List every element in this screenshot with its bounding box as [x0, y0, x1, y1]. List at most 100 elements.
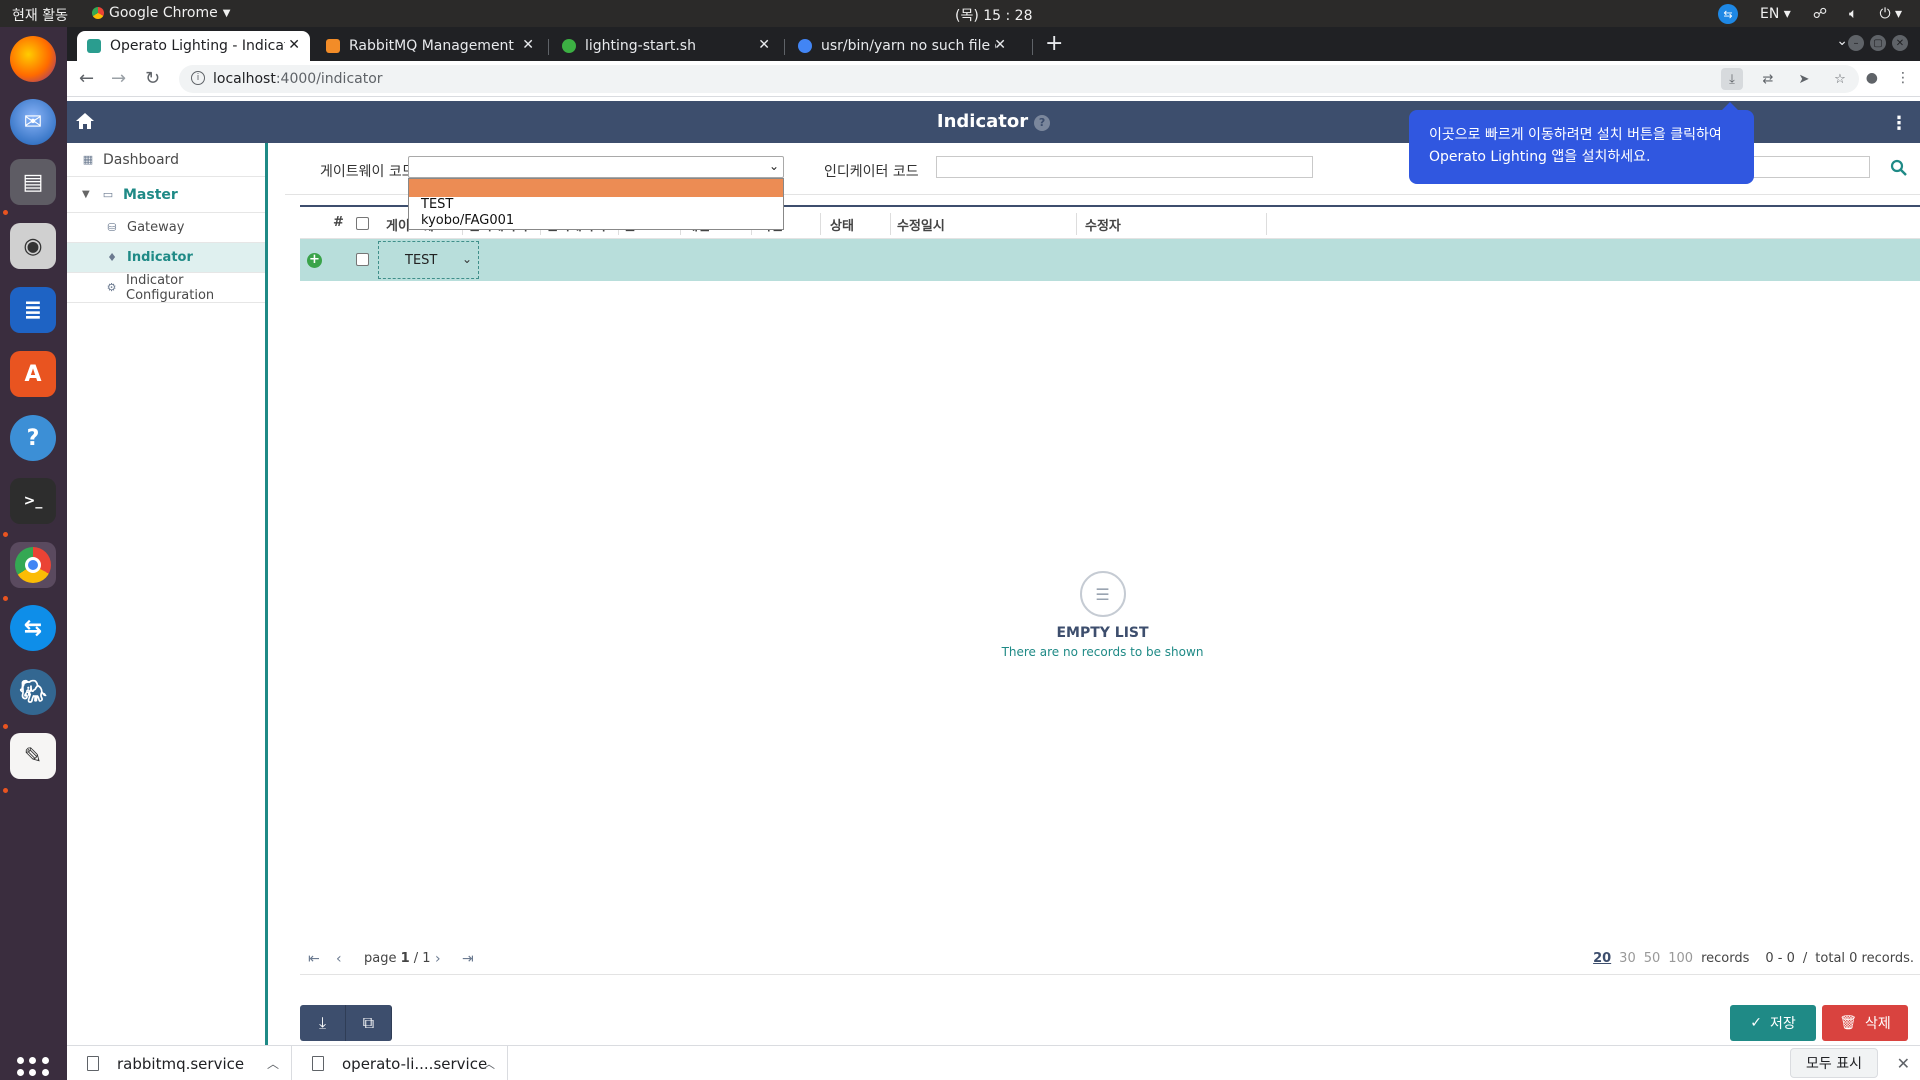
column-header-status[interactable]: 상태: [830, 215, 854, 234]
tab-search-icon[interactable]: ⌄: [1836, 33, 1848, 49]
sidebar-item-indicator[interactable]: ♦ Indicator: [67, 243, 265, 273]
back-icon[interactable]: ←: [79, 68, 94, 89]
profile-icon[interactable]: ●: [1866, 70, 1878, 86]
next-page-icon[interactable]: ›: [435, 951, 441, 967]
dock: ✉ ▤ ◉ ≣ A ? >_ ⇆ 🐘︎ ✎: [0, 27, 67, 1080]
tab-rabbitmq[interactable]: RabbitMQ Management ✕: [316, 31, 544, 61]
tab-lighting-start[interactable]: lighting-start.sh ✕: [552, 31, 780, 61]
software-icon[interactable]: A: [10, 351, 56, 397]
system-tray: ⇆ EN ▾ ☍ 🔈︎ ⏻ ▾: [1718, 4, 1902, 24]
gateway-code-select[interactable]: ⌄: [408, 156, 784, 178]
show-applications-icon[interactable]: [17, 1057, 49, 1080]
writer-icon[interactable]: ≣: [10, 287, 56, 333]
sidebar-item-label: Dashboard: [103, 151, 179, 168]
dropdown-option-kyobo[interactable]: kyobo/FAG001: [409, 213, 783, 229]
thunderbird-icon[interactable]: ✉: [10, 99, 56, 145]
chevron-up-icon[interactable]: ︿: [483, 1055, 495, 1072]
text-editor-icon[interactable]: ✎: [10, 733, 56, 779]
page-size-30[interactable]: 30: [1619, 951, 1636, 966]
caret-down-icon: ▼: [82, 189, 90, 200]
pagination: ⇤ ‹ page 1 / 1 › ⇥ 20 30 50 100 records …: [300, 943, 1920, 975]
prev-page-icon[interactable]: ‹: [336, 951, 342, 967]
more-menu-icon[interactable]: ⋮: [1890, 113, 1908, 134]
help-icon[interactable]: ?: [10, 415, 56, 461]
delete-button[interactable]: 🗑︎ 삭제: [1822, 1005, 1908, 1041]
sidebar-item-gateway[interactable]: ⛁ Gateway: [67, 213, 265, 243]
chrome-icon[interactable]: [10, 542, 56, 588]
download-item[interactable]: rabbitmq.service ︿: [67, 1046, 292, 1080]
install-app-tooltip: 이곳으로 빠르게 이동하려면 설치 버튼을 클릭하여 Operato Light…: [1409, 102, 1754, 184]
close-window-icon[interactable]: ✕: [1892, 35, 1908, 51]
network-icon[interactable]: ☍: [1813, 6, 1827, 22]
page-size-20[interactable]: 20: [1593, 951, 1611, 966]
help-icon[interactable]: ?: [1034, 115, 1051, 131]
trash-icon: 🗑︎: [1839, 1015, 1857, 1031]
teamviewer-icon[interactable]: ⇆: [10, 605, 56, 651]
download-item[interactable]: operato-li....service ︿: [292, 1046, 508, 1080]
tab-yarn-error[interactable]: usr/bin/yarn no such file o ✕: [788, 31, 1016, 61]
maximize-icon[interactable]: ▢: [1870, 35, 1886, 51]
chevron-up-icon[interactable]: ︿: [267, 1055, 279, 1072]
new-tab-icon[interactable]: +: [1045, 31, 1063, 56]
first-page-icon[interactable]: ⇤: [308, 951, 320, 967]
page-size-100[interactable]: 100: [1668, 951, 1693, 966]
sidebar-group-master[interactable]: ▼ ▭ Master: [67, 177, 265, 213]
sidebar-item-indicator-configuration[interactable]: ⚙ Indicator Configuration: [67, 273, 265, 303]
volume-icon[interactable]: 🔈︎: [1849, 6, 1857, 22]
close-tab-icon[interactable]: ✕: [994, 37, 1006, 53]
send-icon[interactable]: ➤: [1793, 68, 1815, 90]
clock[interactable]: (목) 15 : 28: [955, 5, 1033, 25]
tab-operato-lighting[interactable]: Operato Lighting - Indicat ✕: [77, 31, 310, 61]
power-icon[interactable]: ⏻ ▾: [1879, 6, 1902, 22]
close-tab-icon[interactable]: ✕: [522, 37, 534, 53]
activities-button[interactable]: 현재 활동: [12, 5, 68, 25]
tab-favicon: [562, 39, 576, 53]
address-bar[interactable]: i localhost:4000/indicator ⤓ ⇄ ➤ ☆: [179, 65, 1859, 93]
postgres-icon[interactable]: 🐘︎: [10, 669, 56, 715]
minimize-icon[interactable]: –: [1848, 35, 1864, 51]
column-header-updated-at[interactable]: 수정일시: [897, 215, 945, 234]
dropdown-option-empty[interactable]: [409, 179, 783, 197]
save-button[interactable]: ✓ 저장: [1730, 1005, 1816, 1041]
forward-icon[interactable]: →: [111, 68, 126, 89]
import-icon[interactable]: ⧉: [346, 1005, 392, 1041]
bookmark-star-icon[interactable]: ☆: [1829, 68, 1851, 90]
sidebar-item-dashboard[interactable]: ▦ Dashboard: [67, 143, 265, 177]
table-row[interactable]: + TEST ⌄: [300, 239, 1920, 281]
os-top-bar: 현재 활동 Google Chrome ▼ (목) 15 : 28 ⇆ EN ▾…: [0, 0, 1920, 27]
install-app-icon[interactable]: ⤓: [1721, 68, 1743, 90]
site-info-icon[interactable]: i: [191, 71, 205, 85]
indicator-code-input[interactable]: [936, 156, 1313, 178]
folder-icon: ▭: [102, 188, 114, 201]
download-filename: rabbitmq.service: [117, 1054, 245, 1073]
rhythmbox-icon[interactable]: ◉: [10, 223, 56, 269]
language-indicator[interactable]: EN ▾: [1760, 6, 1791, 22]
row-checkbox[interactable]: [356, 253, 369, 266]
empty-state: ☰ EMPTY LIST There are no records to be …: [285, 571, 1920, 659]
teamviewer-tray-icon[interactable]: ⇆: [1718, 4, 1739, 24]
records-slash: /: [1802, 951, 1808, 966]
select-all-checkbox[interactable]: [356, 217, 369, 230]
page-size-50[interactable]: 50: [1644, 951, 1661, 966]
column-divider: [890, 213, 891, 235]
caret-down-icon: ▼: [222, 7, 231, 19]
close-tab-icon[interactable]: ✕: [758, 37, 770, 53]
close-tab-icon[interactable]: ✕: [288, 37, 300, 53]
search-icon[interactable]: [1890, 159, 1908, 177]
page-indicator: page 1 / 1: [364, 951, 431, 966]
chrome-menu-icon[interactable]: ⋮: [1896, 70, 1910, 86]
files-icon[interactable]: ▤: [10, 159, 56, 205]
firefox-icon[interactable]: [10, 36, 56, 82]
add-row-icon[interactable]: +: [307, 253, 322, 268]
terminal-icon[interactable]: >_: [10, 478, 56, 524]
download-icon[interactable]: ⤓: [300, 1005, 346, 1041]
column-header-updater[interactable]: 수정자: [1085, 215, 1121, 234]
show-all-downloads-button[interactable]: 모두 표시: [1790, 1048, 1878, 1078]
translate-icon[interactable]: ⇄: [1757, 68, 1779, 90]
app-menu[interactable]: Google Chrome ▼: [92, 5, 230, 21]
close-shelf-icon[interactable]: ✕: [1897, 1054, 1910, 1073]
dropdown-option-test[interactable]: TEST: [409, 197, 783, 213]
row-gateway-select[interactable]: TEST ⌄: [378, 241, 479, 279]
last-page-icon[interactable]: ⇥: [462, 951, 474, 967]
reload-icon[interactable]: ↻: [145, 68, 160, 89]
